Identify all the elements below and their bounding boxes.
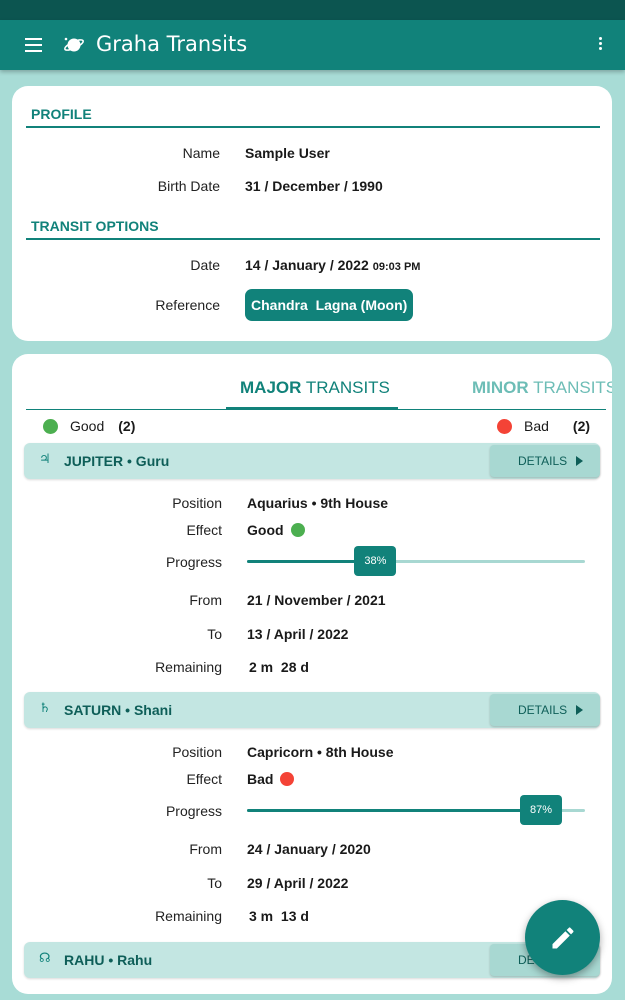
reference-chip[interactable]: Chandra Lagna (Moon) — [245, 289, 414, 321]
saturn-progress-track: 87% — [247, 795, 585, 825]
legend-good-count: (2) — [118, 418, 136, 434]
jupiter-symbol-icon: ♃ — [39, 452, 51, 467]
details-button-jupiter[interactable]: DETAILS — [490, 445, 600, 477]
profile-card: PROFILE Name Sample User Birth Date 31 /… — [12, 86, 612, 341]
progress-thumb: 38% — [354, 546, 397, 576]
pencil-icon — [552, 926, 574, 948]
progress-thumb: 87% — [520, 795, 563, 825]
bad-dot-icon — [497, 418, 512, 434]
jupiter-from: 21 / November / 2021 — [247, 592, 386, 608]
planet-header-saturn[interactable]: ♄ SATURN • Shani DETAILS — [24, 692, 600, 728]
planet-header-rahu[interactable]: ☊ RAHU • Rahu DETAILS — [24, 942, 600, 978]
saturn-effect: Bad — [247, 771, 295, 787]
play-arrow-icon — [576, 456, 584, 466]
position-label: Position — [172, 744, 222, 760]
legend-bad: Bad (2) — [497, 418, 590, 434]
effect-text: Bad — [247, 771, 274, 787]
transit-options-heading: TRANSIT OPTIONS — [26, 212, 600, 240]
effect-label: Effect — [186, 522, 222, 538]
tab-major-label-a: MAJOR — [240, 378, 302, 397]
details-label: DETAILS — [518, 454, 568, 468]
progress-fill — [247, 809, 542, 812]
planet-name: SATURN • Shani — [64, 702, 173, 718]
time-text: 09:03 PM — [372, 261, 421, 273]
app-title: Graha Transits — [96, 32, 248, 56]
saturn-symbol-icon: ♄ — [39, 701, 51, 716]
legend-bad-count: (2) — [572, 418, 591, 434]
planet-name: JUPITER • Guru — [64, 453, 170, 469]
legend-bad-label: Bad — [524, 418, 549, 434]
saturn-from: 24 / January / 2020 — [247, 841, 371, 857]
planet-name: RAHU • Rahu — [64, 952, 153, 968]
jupiter-remaining: 2 m 28 d — [249, 659, 309, 675]
bad-dot-icon — [280, 772, 295, 786]
reference-label: Reference — [155, 297, 220, 313]
tab-minor-transits[interactable]: MINOR TRANSITS — [472, 378, 612, 398]
planet-header-jupiter[interactable]: ♃ JUPITER • Guru DETAILS — [24, 443, 600, 479]
status-bar — [0, 0, 625, 20]
overflow-menu-icon[interactable] — [597, 37, 603, 53]
saturn-to: 29 / April / 2022 — [247, 875, 349, 891]
effect-text: Good — [247, 522, 284, 538]
name-label: Name — [182, 145, 220, 161]
jupiter-to: 13 / April / 2022 — [247, 626, 349, 642]
edit-fab-button[interactable] — [525, 900, 600, 975]
date-value[interactable]: 14 / January / 2022 09:03 PM — [245, 257, 420, 273]
jupiter-progress-track: 38% — [247, 546, 585, 576]
to-label: To — [207, 875, 222, 891]
details-label: DETAILS — [518, 703, 568, 717]
profile-heading: PROFILE — [26, 100, 600, 128]
jupiter-position: Aquarius • 9th House — [247, 495, 389, 511]
to-label: To — [207, 626, 222, 642]
tab-indicator — [226, 407, 398, 410]
tab-major-label-b: TRANSITS — [301, 378, 390, 397]
date-text: 14 / January / 2022 — [245, 257, 369, 273]
good-dot-icon — [290, 523, 305, 537]
saturn-remaining: 3 m 13 d — [249, 908, 309, 924]
date-label: Date — [190, 257, 220, 273]
jupiter-effect: Good — [247, 522, 305, 538]
details-button-saturn[interactable]: DETAILS — [490, 694, 600, 726]
rahu-symbol-icon: ☊ — [39, 951, 51, 966]
menu-icon[interactable] — [25, 38, 42, 52]
saturn-position: Capricorn • 8th House — [247, 744, 394, 760]
tab-major-transits[interactable]: MAJOR TRANSITS — [240, 378, 390, 398]
legend-good-label: Good — [70, 418, 105, 434]
transit-tabs: MAJOR TRANSITS MINOR TRANSITS — [26, 368, 612, 410]
planet-logo-icon — [64, 37, 84, 52]
from-label: From — [189, 592, 222, 608]
legend-good: Good (2) — [43, 418, 135, 434]
birth-date-value[interactable]: 31 / December / 1990 — [245, 178, 383, 194]
tab-minor-label-b: TRANSITS — [528, 378, 612, 397]
from-label: From — [189, 841, 222, 857]
transits-card: MAJOR TRANSITS MINOR TRANSITS Good (2) B… — [12, 354, 612, 994]
play-arrow-icon — [576, 705, 584, 715]
remaining-label: Remaining — [155, 908, 222, 924]
progress-label: Progress — [165, 803, 222, 819]
name-value[interactable]: Sample User — [245, 145, 330, 161]
birth-date-label: Birth Date — [157, 178, 220, 194]
tab-minor-label-a: MINOR — [472, 378, 529, 397]
remaining-label: Remaining — [155, 659, 222, 675]
effect-label: Effect — [186, 771, 222, 787]
app-bar: Graha Transits — [0, 20, 625, 70]
good-dot-icon — [43, 418, 58, 434]
progress-label: Progress — [165, 554, 222, 570]
position-label: Position — [172, 495, 222, 511]
